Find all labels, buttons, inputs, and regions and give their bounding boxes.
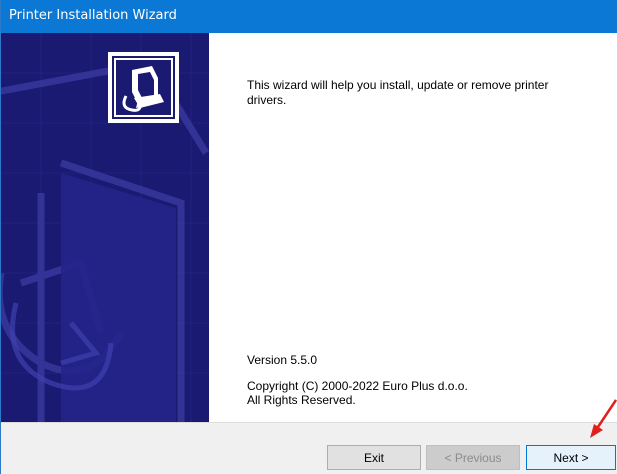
button-bar: Exit < Previous Next > (1, 422, 617, 474)
title-bar[interactable]: Printer Installation Wizard (1, 0, 617, 33)
exit-button[interactable]: Exit (327, 445, 421, 470)
wizard-window: Printer Installation Wizard This wizard … (0, 0, 617, 474)
rights-line: All Rights Reserved. (247, 393, 356, 407)
copyright-text: Copyright (C) 2000-2022 Euro Plus d.o.o.… (247, 379, 468, 407)
copyright-line: Copyright (C) 2000-2022 Euro Plus d.o.o. (247, 379, 468, 393)
wizard-side-banner (1, 33, 209, 422)
red-arrow-icon (590, 399, 617, 438)
next-button[interactable]: Next > (526, 445, 616, 470)
version-label: Version 5.5.0 (247, 353, 318, 367)
window-title: Printer Installation Wizard (9, 8, 177, 23)
wizard-content: This wizard will help you install, updat… (209, 33, 617, 422)
intro-text: This wizard will help you install, updat… (247, 78, 549, 107)
previous-button[interactable]: < Previous (426, 445, 520, 470)
printer-install-icon (108, 52, 179, 123)
